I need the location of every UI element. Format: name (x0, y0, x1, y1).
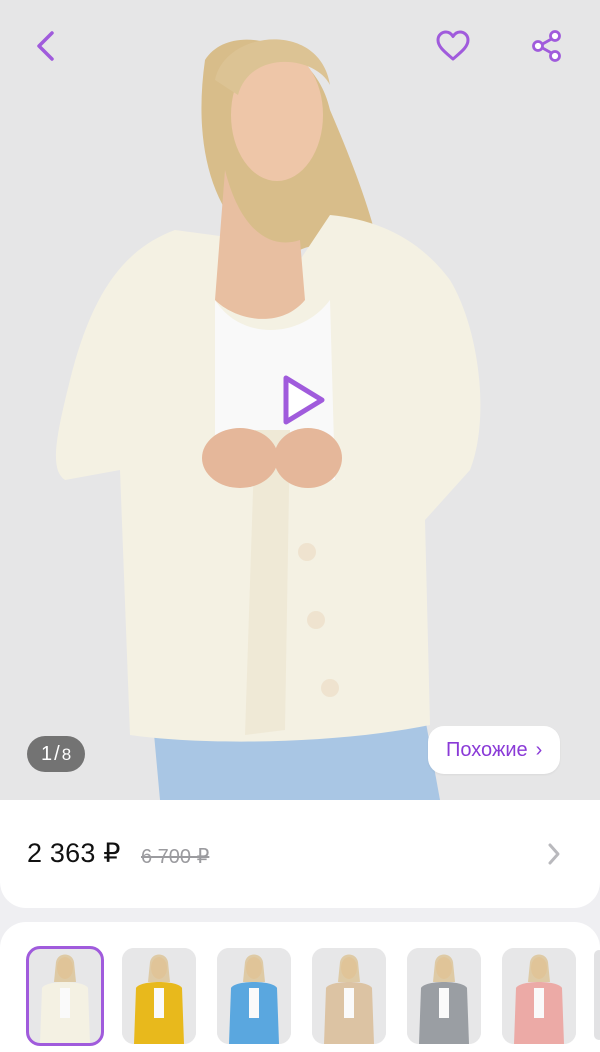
back-button[interactable] (22, 22, 70, 70)
color-swatch-beige[interactable] (312, 948, 386, 1044)
similar-label: Похожие (446, 738, 528, 761)
image-counter-total: 8 (61, 745, 72, 764)
play-icon (283, 375, 325, 425)
play-video-button[interactable] (270, 368, 334, 432)
image-counter-current: 1 (41, 742, 53, 765)
color-swatch-cream[interactable] (26, 946, 104, 1046)
share-icon (532, 30, 561, 62)
favorite-button[interactable] (429, 22, 477, 70)
old-price: 6 700 ₽ (141, 846, 210, 868)
similar-button[interactable]: Похожие › (428, 726, 561, 774)
product-image-gallery[interactable]: 1 / 8 Похожие › (0, 0, 600, 800)
image-counter-separator: / (54, 742, 60, 765)
similar-chevron: › (535, 738, 543, 761)
color-swatch-gray[interactable] (407, 948, 481, 1044)
color-swatch-yellow[interactable] (122, 948, 196, 1044)
current-price: 2 363 ₽ (27, 838, 121, 868)
image-counter: 1 / 8 (27, 736, 86, 772)
color-swatch-blue[interactable] (217, 948, 291, 1044)
price-details-button[interactable] (540, 840, 568, 868)
color-swatch-partial[interactable] (594, 950, 600, 1040)
swatch-thumbnail (217, 948, 291, 1044)
chevron-left-icon (37, 31, 54, 61)
swatch-thumbnail (312, 948, 386, 1044)
swatch-thumbnail (407, 948, 481, 1044)
chevron-right-icon (548, 843, 560, 865)
color-swatch-pink[interactable] (502, 948, 576, 1044)
heart-icon (436, 30, 470, 61)
share-button[interactable] (523, 22, 571, 70)
swatch-thumbnail (122, 948, 196, 1044)
swatch-thumbnail (502, 948, 576, 1044)
swatch-thumbnail (28, 948, 102, 1044)
